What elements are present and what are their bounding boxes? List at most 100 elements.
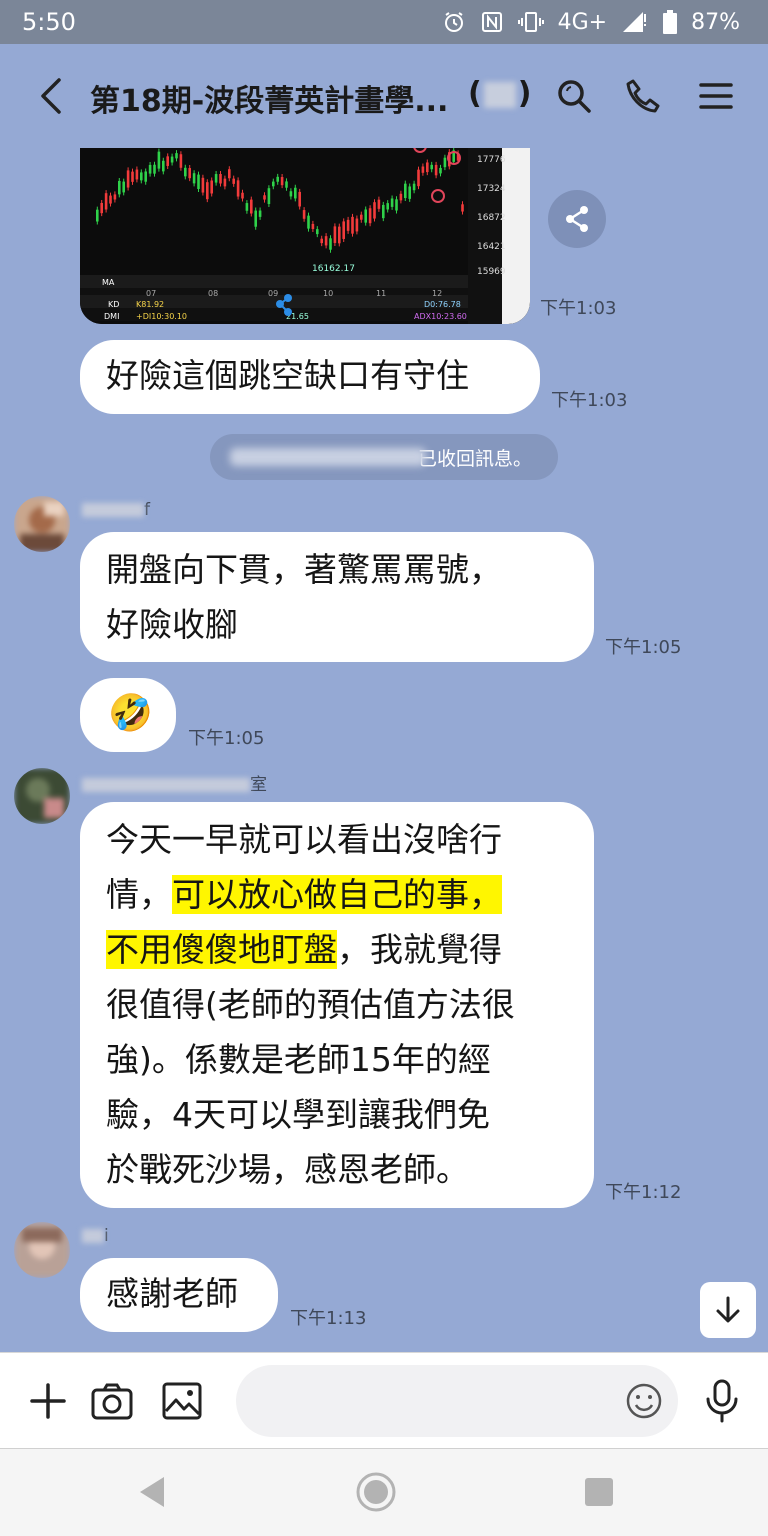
- candle-body: [188, 168, 191, 179]
- chat-title[interactable]: 第18期-波段菁英計畫學...: [90, 76, 448, 120]
- avatar[interactable]: [14, 768, 70, 824]
- candle-body: [157, 151, 161, 169]
- nav-back-icon: [140, 1477, 164, 1507]
- message-time: 下午1:03: [540, 298, 617, 319]
- nav-back-button[interactable]: [128, 1467, 178, 1517]
- candle-body: [214, 174, 218, 183]
- candle-body: [153, 164, 156, 174]
- candle-body: [408, 186, 411, 199]
- candle-body: [228, 169, 231, 179]
- member-count: (): [468, 76, 531, 111]
- candle-body: [162, 160, 165, 172]
- candle-body: [426, 162, 429, 173]
- message-text-line: 很值得(老師的預估值方法很: [106, 985, 515, 1024]
- message-text-line: 開盤向下貫，著驚罵罵號，: [106, 550, 502, 589]
- candle-body: [210, 180, 213, 194]
- price-label: 15969: [477, 267, 506, 277]
- candle-body: [298, 191, 301, 207]
- search-button[interactable]: [552, 74, 596, 118]
- menu-button[interactable]: [694, 74, 738, 118]
- candle-body: [316, 229, 319, 235]
- scroll-to-bottom-button[interactable]: [700, 1282, 756, 1338]
- dmi-value-3: ADX10:23.60: [414, 312, 467, 321]
- camera-icon: [91, 1383, 133, 1420]
- candle-body: [346, 219, 350, 231]
- back-button[interactable]: [30, 74, 70, 118]
- candle-body: [272, 181, 275, 187]
- sender-name: i: [82, 1226, 109, 1246]
- low-price-label: 16162.17: [312, 264, 355, 274]
- nav-recents-button[interactable]: [574, 1467, 624, 1517]
- candle-body: [140, 172, 143, 181]
- candle-body: [250, 199, 253, 214]
- emoji-icon: [626, 1383, 662, 1419]
- microphone-icon: [706, 1379, 738, 1423]
- message-bubble[interactable]: 好險這個跳空缺口有守住: [80, 340, 540, 414]
- plus-icon: [30, 1383, 66, 1419]
- candle-body: [368, 208, 372, 224]
- candle-body: [289, 191, 293, 197]
- candle-body: [135, 169, 139, 180]
- battery-level: 87%: [691, 9, 740, 35]
- add-button[interactable]: [24, 1377, 72, 1425]
- message-input[interactable]: [236, 1365, 678, 1437]
- candle-body: [96, 209, 99, 222]
- avatar[interactable]: [14, 496, 70, 552]
- sender-name: 室: [82, 770, 267, 795]
- sender-suffix: f: [144, 500, 150, 520]
- candle-body: [254, 210, 257, 227]
- price-label: 16421: [477, 242, 506, 252]
- highlighted-text: 不用傻傻地盯盤: [106, 930, 337, 969]
- month-label: 07: [146, 289, 156, 298]
- candle-body: [118, 180, 121, 195]
- message-bubble[interactable]: 今天一早就可以看出沒啥行 情，可以放心做自己的事， 不用傻傻地盯盤，我就覺得 很…: [80, 802, 594, 1208]
- message-text-line: 不用傻傻地盯盤，我就覺得: [106, 922, 502, 977]
- candle-body: [223, 178, 227, 187]
- avatar[interactable]: [14, 1222, 70, 1278]
- laughing-emoji-icon: 🤣: [108, 693, 153, 734]
- nav-home-button[interactable]: [351, 1467, 401, 1517]
- gallery-button[interactable]: [158, 1377, 206, 1425]
- dmi-label: DMI: [104, 312, 119, 321]
- alarm-icon: [442, 10, 466, 34]
- stock-chart-image[interactable]: 17776 17324 16872 16421 15969 16162.17 M…: [80, 148, 530, 324]
- emoji-button[interactable]: [620, 1377, 668, 1425]
- recall-text: 已收回訊息。: [417, 447, 532, 470]
- network-label: 4G+: [557, 9, 608, 35]
- candle-body: [276, 176, 279, 182]
- candle-body: [245, 203, 249, 211]
- call-button[interactable]: [622, 74, 666, 118]
- candle-body: [184, 167, 187, 177]
- candle-body: [219, 173, 222, 184]
- recalled-message-notice: 已收回訊息。: [210, 434, 558, 480]
- blurred-sender: [82, 503, 144, 517]
- blurred-name: [230, 448, 426, 466]
- candle-body: [285, 181, 288, 188]
- sender-name: f: [82, 500, 150, 520]
- month-label: 10: [323, 289, 333, 298]
- candle-body: [148, 164, 152, 174]
- voice-button[interactable]: [698, 1377, 746, 1425]
- price-label: 17324: [477, 184, 506, 194]
- candle-body: [377, 199, 381, 209]
- message-bubble[interactable]: 開盤向下貫，著驚罵罵號， 好險收腳: [80, 532, 594, 662]
- blurred-sender: [82, 778, 250, 792]
- sender-suffix: 室: [250, 775, 267, 795]
- camera-button[interactable]: [88, 1377, 136, 1425]
- candle-body: [166, 156, 169, 166]
- candle-body: [113, 194, 117, 200]
- text-segment: 情，: [106, 875, 172, 914]
- emoji-message-bubble[interactable]: 🤣: [80, 678, 176, 752]
- candle-body: [439, 167, 442, 174]
- message-time: 下午1:03: [551, 390, 628, 411]
- candle-body: [170, 156, 174, 163]
- chat-area[interactable]: 17776 17324 16872 16421 15969 16162.17 M…: [0, 148, 768, 1352]
- candle-body: [104, 193, 108, 210]
- candle-body: [241, 192, 244, 199]
- share-button[interactable]: [548, 190, 606, 248]
- message-bubble[interactable]: 感謝老師: [80, 1258, 278, 1332]
- kd-value: K81.92: [136, 300, 164, 309]
- member-count-close: ): [517, 76, 532, 111]
- candle-body: [302, 210, 306, 219]
- message-time: 下午1:05: [188, 728, 265, 749]
